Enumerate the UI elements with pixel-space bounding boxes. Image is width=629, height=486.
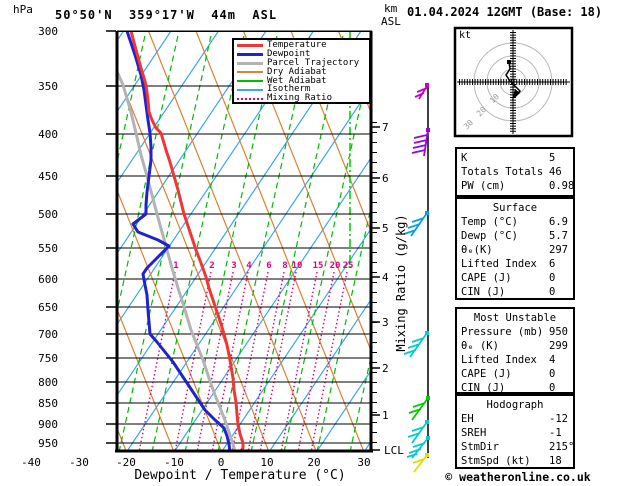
temp-tick-minus40: -40 <box>21 456 41 469</box>
stat-row-mu-cin: CIN (J) 0 <box>461 382 556 394</box>
wind-barb-magenta <box>414 83 429 100</box>
hodograph-stats-title: Hodograph <box>486 399 544 411</box>
isotherm-line-swatch <box>237 88 263 91</box>
asl-axis-unit: ASL <box>381 15 401 28</box>
hodograph-panel <box>453 26 574 138</box>
wet-adiabat-line-swatch <box>237 80 263 82</box>
parcel-line-swatch <box>237 61 263 65</box>
pressure-tick-450: 450 <box>38 170 58 183</box>
km-tick-4: 4 <box>382 271 389 284</box>
stat-row-k: K5 <box>461 152 556 164</box>
temperature-curve <box>129 31 245 452</box>
legend-box: Temperature Dewpoint Parcel Trajectory D… <box>232 38 371 104</box>
mix-label-25: 25 <box>342 261 354 271</box>
pressure-tick-900: 900 <box>38 418 58 431</box>
temp-tick-minus10: -10 <box>164 456 184 469</box>
km-tick-1: 1 <box>382 409 389 422</box>
pressure-tick-850: 850 <box>38 397 58 410</box>
pressure-tick-350: 350 <box>38 80 58 93</box>
temperature-line-swatch <box>237 43 263 47</box>
copyright-notice: © weatheronline.co.uk <box>445 470 591 484</box>
dewpoint-curve <box>125 31 232 452</box>
indices-panel: K5 Totals Totals 46 PW (cm) 0.98 <box>455 147 575 197</box>
dry-adiabat-line-swatch <box>237 71 263 74</box>
km-tick-3: 3 <box>382 316 389 329</box>
surface-panel-title: Surface <box>492 202 538 214</box>
mix-label-4: 4 <box>246 261 252 271</box>
km-tick-6: 6 <box>382 172 389 185</box>
temp-tick-0: 0 <box>217 456 225 469</box>
stat-row-mu-pressure: Pressure (mb) 950 <box>461 326 568 338</box>
stat-row-sreh: SREH -1 <box>461 427 562 439</box>
surface-panel: Surface Temp (°C) 6.9 Dewp (°C) 5.7 θₑ(K) 2… <box>455 197 575 300</box>
mix-label-10: 10 <box>291 261 303 271</box>
pressure-axis-ticks <box>106 30 116 444</box>
stat-row-mu-theta-e: θₑ (K) 299 <box>461 340 568 352</box>
mixing-ratio-axis-title: Mixing Ratio (g/kg) <box>394 214 408 352</box>
stat-row-mu-cape: CAPE (J) 0 <box>461 368 556 380</box>
mixing-ratio-lines <box>138 271 348 452</box>
stat-row-surface-temp: Temp (°C) 6.9 <box>461 216 568 228</box>
pressure-tick-500: 500 <box>38 208 58 221</box>
hodograph-stats-panel: Hodograph EH -12 SREH -1 StmDir 215° StmSpd… <box>455 394 575 469</box>
most-unstable-panel-title: Most Unstable <box>473 312 557 324</box>
most-unstable-panel: Most Unstable Pressure (mb) 950 θₑ (K) 299… <box>455 307 575 394</box>
temp-tick-20: 20 <box>307 456 321 469</box>
dewpoint-line-swatch <box>237 52 263 56</box>
stat-row-surface-theta-e: θₑ(K) 297 <box>461 244 568 256</box>
mix-label-2: 2 <box>209 261 215 271</box>
stat-row-pw: PW (cm) 0.98 <box>461 180 575 192</box>
temp-tick-minus20: -20 <box>116 456 136 469</box>
mix-label-1: 1 <box>173 261 179 271</box>
stat-row-surface-cin: CIN (J) 0 <box>461 286 556 298</box>
stat-row-stmspd: StmSpd (kt) 18 <box>461 455 562 467</box>
km-tick-5: 5 <box>382 222 389 235</box>
temp-tick-10: 10 <box>260 456 274 469</box>
stat-row-surface-lifted-index: Lifted Index 6 <box>461 258 556 270</box>
pressure-tick-700: 700 <box>38 328 58 341</box>
km-axis-unit: km <box>384 2 398 15</box>
pressure-tick-950: 950 <box>38 437 58 450</box>
wind-barb-yellow <box>412 453 429 473</box>
stat-row-surface-dewp: Dewp (°C) 5.7 <box>461 230 568 242</box>
pressure-tick-300: 300 <box>38 25 58 38</box>
temp-tick-minus30: -30 <box>69 456 89 469</box>
lcl-marker-label: LCL <box>384 444 404 457</box>
legend-item-mixing-ratio: Mixing Ratio <box>237 94 369 103</box>
valid-datetime: 01.04.2024 12GMT (Base: 18) <box>407 5 603 19</box>
wind-barb-green <box>408 396 430 421</box>
pressure-unit-label: hPa <box>13 3 33 16</box>
mixing-ratio-line-swatch <box>237 97 263 100</box>
skewt-sounding-app: hPa 50°50'N 359°17'W 44m ASL km ASL 01.0… <box>0 0 629 486</box>
stat-row-mu-lifted-index: Lifted Index 4 <box>461 354 556 366</box>
stat-row-totals-totals: Totals Totals 46 <box>461 166 562 178</box>
pressure-tick-400: 400 <box>38 128 58 141</box>
pressure-tick-750: 750 <box>38 352 58 365</box>
pressure-tick-650: 650 <box>38 301 58 314</box>
station-title: 50°50'N 359°17'W 44m ASL <box>55 8 278 22</box>
pressure-tick-550: 550 <box>38 242 58 255</box>
temp-tick-30: 30 <box>357 456 371 469</box>
x-axis-title: Dewpoint / Temperature (°C) <box>134 468 346 483</box>
km-tick-7: 7 <box>382 121 389 134</box>
mix-label-15: 15 <box>312 261 324 271</box>
km-tick-2: 2 <box>382 362 389 375</box>
stat-row-stmdir: StmDir 215° <box>461 441 575 453</box>
stat-row-surface-cape: CAPE (J) 0 <box>461 272 556 284</box>
km-axis-major-ticks <box>372 126 380 451</box>
pressure-tick-600: 600 <box>38 273 58 286</box>
stat-row-eh: EH -12 <box>461 413 568 425</box>
hodograph-unit-label: kt <box>459 30 472 41</box>
pressure-tick-800: 800 <box>38 376 58 389</box>
